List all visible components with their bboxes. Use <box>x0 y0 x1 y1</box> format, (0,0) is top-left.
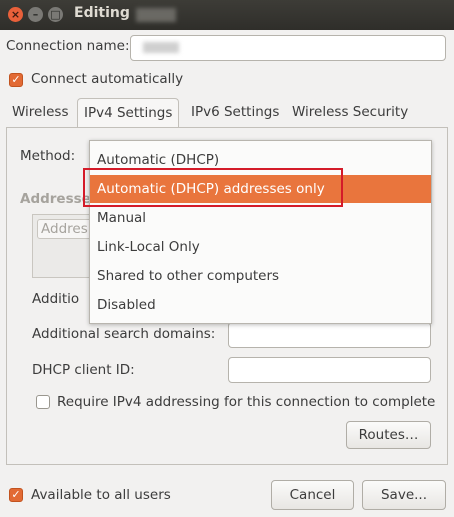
require-ipv4-label[interactable]: Require IPv4 addressing for this connect… <box>57 394 435 410</box>
method-option-manual[interactable]: Manual <box>90 204 431 232</box>
connection-name-field[interactable] <box>130 35 446 61</box>
additional-dns-label: Additio <box>32 291 80 307</box>
close-icon[interactable]: × <box>8 7 23 22</box>
method-label: Method: <box>20 148 76 164</box>
addresses-label: Addresse <box>20 191 91 207</box>
redacted-name-value <box>143 42 179 53</box>
routes-button[interactable]: Routes… <box>346 421 431 449</box>
redacted-connection-name <box>136 8 176 22</box>
minimize-icon[interactable]: – <box>28 7 43 22</box>
edit-connection-window: × – □ Editing Connection name: ✓ Connect… <box>0 0 454 517</box>
maximize-icon[interactable]: □ <box>48 7 63 22</box>
additional-search-domains-label: Additional search domains: <box>32 326 216 342</box>
tab-ipv4-settings[interactable]: IPv4 Settings <box>77 98 180 129</box>
require-ipv4-checkbox[interactable] <box>36 395 50 409</box>
title-bar: × – □ Editing <box>0 0 454 30</box>
tab-wireless[interactable]: Wireless <box>6 98 75 127</box>
addresses-column-header: Addres <box>37 219 97 239</box>
method-option-link-local-only[interactable]: Link-Local Only <box>90 233 431 261</box>
tab-ipv6-settings[interactable]: IPv6 Settings <box>185 98 285 127</box>
dhcp-client-id-field[interactable] <box>228 357 431 383</box>
connect-automatically-label[interactable]: Connect automatically <box>31 71 183 87</box>
connection-name-label: Connection name: <box>6 38 130 54</box>
window-title: Editing <box>74 5 130 21</box>
save-button[interactable]: Save... <box>362 480 446 510</box>
settings-tabs: Wireless IPv4 Settings IPv6 Settings Wir… <box>6 98 448 129</box>
dhcp-client-id-label: DHCP client ID: <box>32 362 135 378</box>
tab-wireless-security[interactable]: Wireless Security <box>286 98 414 127</box>
cancel-button[interactable]: Cancel <box>271 480 354 510</box>
additional-search-domains-field[interactable] <box>228 322 431 348</box>
available-to-all-users-label[interactable]: Available to all users <box>31 487 171 503</box>
available-to-all-users-checkbox[interactable]: ✓ <box>9 488 23 502</box>
annotation-highlight-box <box>83 168 343 207</box>
method-option-shared[interactable]: Shared to other computers <box>90 262 431 290</box>
connect-automatically-checkbox[interactable]: ✓ <box>9 73 23 87</box>
method-option-disabled[interactable]: Disabled <box>90 291 431 319</box>
